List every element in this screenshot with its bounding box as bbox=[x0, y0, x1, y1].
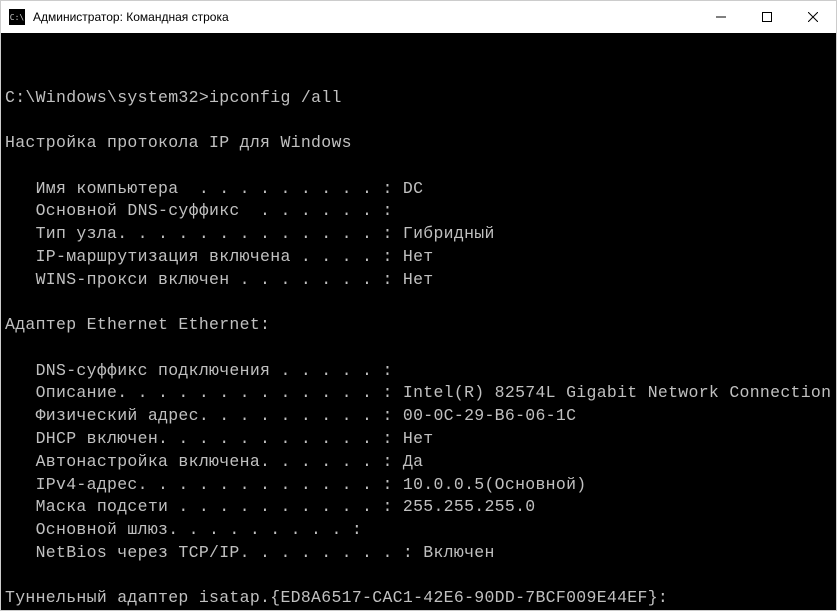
adapter-ethernet-header: Адаптер Ethernet Ethernet: bbox=[5, 315, 270, 334]
config-dhcp-enabled: DHCP включен. . . . . . . . . . . : Нет bbox=[5, 429, 433, 448]
config-dns-suffix: DNS-суффикс подключения . . . . . : bbox=[5, 361, 393, 380]
minimize-button[interactable] bbox=[698, 1, 744, 33]
prompt: C:\Windows\system32> bbox=[5, 88, 209, 107]
cmd-window: C:\ Администратор: Командная строка C:\W… bbox=[0, 0, 837, 611]
maximize-icon bbox=[762, 12, 772, 22]
config-physical-address: Физический адрес. . . . . . . . . : 00-0… bbox=[5, 406, 576, 425]
config-ip-routing: IP-маршрутизация включена . . . . : Нет bbox=[5, 247, 433, 266]
config-wins-proxy: WINS-прокси включен . . . . . . . : Нет bbox=[5, 270, 433, 289]
titlebar[interactable]: C:\ Администратор: Командная строка bbox=[1, 1, 836, 33]
maximize-button[interactable] bbox=[744, 1, 790, 33]
minimize-icon bbox=[716, 12, 726, 22]
command-text: ipconfig /all bbox=[209, 88, 342, 107]
config-default-gateway: Основной шлюз. . . . . . . . . : bbox=[5, 520, 362, 539]
window-title: Администратор: Командная строка bbox=[33, 10, 698, 24]
section-header: Настройка протокола IP для Windows bbox=[5, 133, 352, 152]
config-primary-dns: Основной DNS-суффикс . . . . . . : bbox=[5, 201, 393, 220]
cmd-icon: C:\ bbox=[9, 9, 25, 25]
config-netbios: NetBios через TCP/IP. . . . . . . . : Вк… bbox=[5, 543, 495, 562]
config-ipv4-address: IPv4-адрес. . . . . . . . . . . . : 10.0… bbox=[5, 475, 587, 494]
config-autoconfig: Автонастройка включена. . . . . . : Да bbox=[5, 452, 423, 471]
terminal-output[interactable]: C:\Windows\system32>ipconfig /all Настро… bbox=[1, 33, 836, 610]
adapter-tunnel-header: Туннельный адаптер isatap.{ED8A6517-CAC1… bbox=[5, 588, 668, 607]
config-node-type: Тип узла. . . . . . . . . . . . . : Гибр… bbox=[5, 224, 495, 243]
close-button[interactable] bbox=[790, 1, 836, 33]
close-icon bbox=[808, 12, 818, 22]
config-description: Описание. . . . . . . . . . . . . : Inte… bbox=[5, 383, 831, 402]
config-subnet-mask: Маска подсети . . . . . . . . . . : 255.… bbox=[5, 497, 535, 516]
window-controls bbox=[698, 1, 836, 33]
config-host-name: Имя компьютера . . . . . . . . . : DC bbox=[5, 179, 423, 198]
